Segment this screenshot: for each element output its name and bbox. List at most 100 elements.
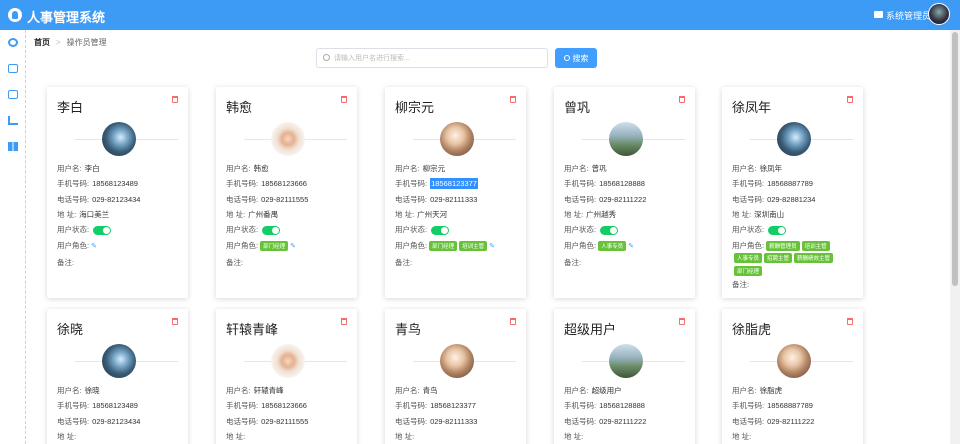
avatar bbox=[102, 344, 136, 378]
chart-icon[interactable] bbox=[8, 116, 18, 125]
breadcrumb-home[interactable]: 首页 bbox=[34, 38, 50, 47]
avatar bbox=[271, 344, 305, 378]
field-tel-value: 029-82111333 bbox=[430, 416, 478, 426]
trash-icon[interactable] bbox=[679, 96, 685, 103]
trash-icon[interactable] bbox=[510, 318, 516, 325]
search-button-label: 搜索 bbox=[572, 53, 589, 63]
field-phone: 手机号码: 18568123489 bbox=[57, 179, 138, 189]
field-remark: 备注: bbox=[395, 257, 413, 267]
field-tel-value: 029-82881234 bbox=[767, 194, 816, 204]
role-tag-row: 部门经理 bbox=[732, 265, 763, 276]
field-phone: 手机号码: 18568123377 bbox=[395, 401, 476, 411]
status-toggle[interactable] bbox=[431, 225, 450, 235]
field-phone: 手机号码: 18568887789 bbox=[732, 401, 813, 411]
field-address: 地 址: bbox=[57, 431, 77, 441]
avatar bbox=[440, 344, 474, 378]
trash-icon[interactable] bbox=[341, 96, 347, 103]
field-username-value: 李白 bbox=[84, 164, 100, 173]
trash-icon[interactable] bbox=[510, 96, 516, 103]
mail-icon[interactable] bbox=[874, 11, 883, 18]
field-address: 地 址: 广州天河 bbox=[395, 209, 448, 219]
field-tel: 电话号码: 029-82123434 bbox=[57, 416, 141, 426]
edit-icon[interactable]: ✎ bbox=[489, 242, 495, 250]
admin-user-menu[interactable]: 系统管理员 bbox=[886, 9, 931, 22]
card-title: 曾巩 bbox=[564, 100, 591, 115]
field-tel-value: 029-82111555 bbox=[261, 194, 309, 204]
role-tag: 部门经理 bbox=[260, 240, 289, 251]
field-remark: 备注: bbox=[57, 257, 75, 267]
logo-icon bbox=[8, 8, 22, 22]
operator-card: 韩愈 用户名: 韩愈 手机号码: 18568123666 电话号码: 029-8211155… bbox=[216, 87, 357, 298]
avatar[interactable] bbox=[928, 3, 950, 25]
id-card-icon[interactable] bbox=[8, 64, 18, 73]
edit-icon[interactable]: ✎ bbox=[290, 242, 296, 250]
status-toggle[interactable] bbox=[600, 225, 619, 235]
operator-card: 超级用户 用户名: 超级用户 手机号码: 18568128888 电话号码: 029-821… bbox=[554, 309, 695, 444]
field-roles: 用户角色: 部门经理 ✎ bbox=[226, 240, 296, 251]
sidebar bbox=[0, 30, 26, 444]
role-tag: 培训主管 bbox=[801, 240, 830, 251]
trash-icon[interactable] bbox=[847, 318, 853, 325]
field-roles: 用户角色: 人事专员 ✎ bbox=[564, 240, 634, 251]
field-phone: 手机号码: 18568123666 bbox=[226, 179, 307, 189]
field-remark: 备注: bbox=[226, 257, 244, 267]
role-tag: 招聘主管 bbox=[764, 252, 793, 263]
field-tel-value: 029-82123434 bbox=[92, 416, 141, 426]
field-username: 用户名: 徐晓 bbox=[57, 386, 100, 395]
trash-icon[interactable] bbox=[341, 318, 347, 325]
field-tel-value: 029-82123434 bbox=[92, 194, 141, 204]
field-tel: 电话号码: 029-82111555 bbox=[226, 194, 309, 204]
card-title: 徐凤年 bbox=[732, 100, 772, 115]
avatar bbox=[609, 344, 643, 378]
field-remark: 备注: bbox=[564, 257, 582, 267]
trash-icon[interactable] bbox=[172, 318, 178, 325]
windows-icon[interactable] bbox=[8, 142, 18, 151]
field-username-value: 青鸟 bbox=[422, 386, 438, 395]
role-tag: 薪酬绩效主管 bbox=[794, 252, 834, 263]
field-address-value: 海口美兰 bbox=[79, 209, 110, 219]
field-address-value: 广州番禺 bbox=[248, 209, 279, 219]
field-address: 地 址: bbox=[226, 431, 246, 441]
field-phone-value: 18568128888 bbox=[599, 179, 645, 189]
app-title: 人事管理系统 bbox=[27, 10, 106, 25]
search-box bbox=[316, 48, 548, 68]
avatar bbox=[440, 122, 474, 156]
search-input[interactable] bbox=[334, 51, 544, 65]
field-phone-value: 18568123666 bbox=[261, 179, 307, 189]
field-username: 用户名: 曾巩 bbox=[564, 164, 607, 173]
field-phone-value: 18568887789 bbox=[767, 179, 813, 189]
trash-icon[interactable] bbox=[847, 96, 853, 103]
field-address: 地 址: 广州越秀 bbox=[564, 209, 617, 219]
field-username-value: 徐凤年 bbox=[759, 164, 783, 173]
field-phone-value: 18568123489 bbox=[92, 401, 138, 411]
camera-icon[interactable] bbox=[8, 90, 18, 99]
field-remark: 备注: bbox=[732, 279, 750, 289]
field-username-value: 超级用户 bbox=[591, 386, 622, 395]
field-address: 地 址: 海口美兰 bbox=[57, 209, 110, 219]
scrollbar-thumb[interactable] bbox=[952, 32, 958, 286]
search-button[interactable]: 搜索 bbox=[555, 48, 597, 68]
trash-icon[interactable] bbox=[679, 318, 685, 325]
status-toggle[interactable] bbox=[768, 225, 787, 235]
operator-card: 柳宗元 用户名: 柳宗元 手机号码: 18568123377 电话号码: 029-82111… bbox=[385, 87, 526, 298]
field-tel: 电话号码: 029-82111222 bbox=[564, 416, 647, 426]
edit-icon[interactable]: ✎ bbox=[91, 242, 97, 250]
field-phone-value: 18568887789 bbox=[767, 401, 813, 411]
trash-icon[interactable] bbox=[172, 96, 178, 103]
breadcrumb-current: 操作员管理 bbox=[66, 38, 107, 47]
field-phone: 手机号码: 18568123377 bbox=[395, 178, 478, 190]
search-icon bbox=[563, 55, 570, 61]
breadcrumb: 首页 > 操作员管理 bbox=[34, 37, 107, 48]
user-icon[interactable] bbox=[8, 38, 18, 47]
field-username: 用户名: 徐脂虎 bbox=[732, 386, 783, 395]
field-username-value: 韩愈 bbox=[253, 164, 269, 173]
field-username-value: 曾巩 bbox=[591, 164, 607, 173]
role-tag: 人事专员 bbox=[734, 252, 763, 263]
field-phone: 手机号码: 18568123489 bbox=[57, 401, 138, 411]
role-tag: 部门经理 bbox=[734, 265, 763, 276]
status-toggle[interactable] bbox=[262, 225, 281, 235]
edit-icon[interactable]: ✎ bbox=[628, 242, 634, 250]
field-username: 用户名: 轩辕青峰 bbox=[226, 386, 284, 395]
status-toggle[interactable] bbox=[93, 225, 112, 235]
field-status: 用户状态: bbox=[226, 224, 281, 235]
